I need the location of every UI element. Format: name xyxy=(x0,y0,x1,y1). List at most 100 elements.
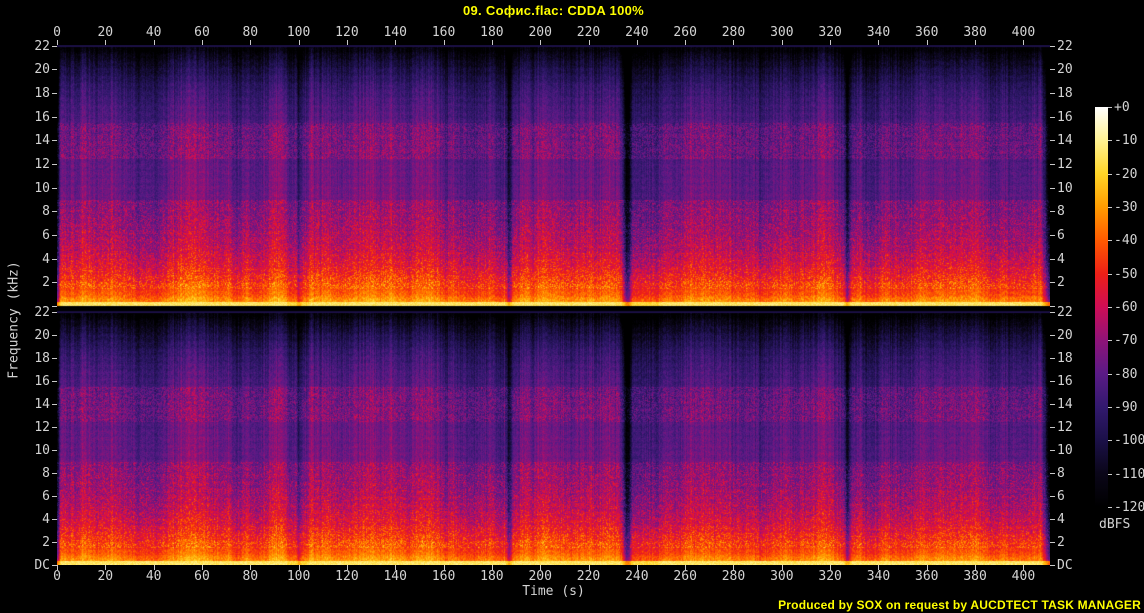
y-axis-tick xyxy=(1050,188,1055,189)
spectrogram-canvas xyxy=(57,45,1050,565)
y-axis-tick xyxy=(52,211,57,212)
y-axis-tick xyxy=(52,542,57,543)
y-axis-tick xyxy=(1050,282,1055,283)
x-tick-label-top: 300 xyxy=(770,25,794,40)
x-tick-label-top: 220 xyxy=(576,25,601,40)
y-axis-tick xyxy=(52,312,57,313)
colorbar-tick-label: -90 xyxy=(1114,400,1138,415)
colorbar-tick-label: -30 xyxy=(1114,200,1138,215)
y-axis-tick xyxy=(52,519,57,520)
x-axis-tick xyxy=(57,40,58,45)
y-tick-label-right: 16 xyxy=(1057,374,1073,389)
y-tick-label-left: DC xyxy=(34,558,50,573)
y-tick-label-right: 6 xyxy=(1057,228,1065,243)
x-tick-label-bottom: 160 xyxy=(431,569,456,584)
x-tick-label-top: 200 xyxy=(528,25,552,40)
y-tick-label-right: 2 xyxy=(1057,535,1065,550)
x-tick-label-top: 120 xyxy=(335,25,359,40)
y-axis-tick xyxy=(1050,46,1055,47)
y-axis-tick xyxy=(1050,164,1055,165)
y-tick-label-left: 4 xyxy=(42,512,50,527)
x-tick-label-bottom: 400 xyxy=(1011,569,1036,584)
y-tick-label-right: 2 xyxy=(1057,275,1065,290)
x-tick-label-top: 380 xyxy=(963,25,987,40)
colorbar-tick xyxy=(1108,207,1112,208)
x-tick-label-bottom: 80 xyxy=(242,569,259,584)
y-axis-tick xyxy=(1050,235,1055,236)
y-axis-tick xyxy=(1050,69,1055,70)
x-axis-tick xyxy=(733,40,735,45)
y-axis-tick xyxy=(1050,519,1055,520)
x-tick-label-bottom: 240 xyxy=(625,569,649,584)
x-tick-label-bottom: 300 xyxy=(770,569,794,584)
y-axis-tick xyxy=(1050,404,1055,405)
y-axis-tick xyxy=(52,93,57,94)
y-axis-tick xyxy=(1050,496,1055,497)
y-tick-label-right: 4 xyxy=(1057,512,1065,527)
x-axis-tick xyxy=(346,40,348,45)
x-tick-label-top: 100 xyxy=(286,25,311,40)
y-tick-label-right: 10 xyxy=(1057,443,1073,458)
x-axis-tick xyxy=(153,40,155,45)
page-title: 09. Софис.flac: CDDA 100% xyxy=(463,3,644,18)
x-tick-label-top: 20 xyxy=(97,25,114,40)
x-tick-label-top: 140 xyxy=(383,25,407,40)
y-tick-label-left: 14 xyxy=(34,397,50,412)
y-axis-tick xyxy=(52,381,57,382)
y-tick-label-left: 10 xyxy=(34,181,50,196)
y-axis-tick xyxy=(52,335,57,336)
x-axis-tick xyxy=(443,40,445,45)
x-tick-label-bottom: 360 xyxy=(915,569,939,584)
x-tick-label-bottom: 40 xyxy=(145,569,162,584)
colorbar-tick-label: -70 xyxy=(1114,333,1138,348)
y-tick-label-left: 8 xyxy=(42,204,50,219)
x-axis-tick xyxy=(540,40,542,45)
x-tick-label-top: 160 xyxy=(431,25,456,40)
x-axis-tick xyxy=(250,40,252,45)
y-tick-label-left: 16 xyxy=(34,110,50,125)
y-tick-label-right: 8 xyxy=(1057,204,1065,219)
y-axis-tick xyxy=(52,496,57,497)
y-axis-tick xyxy=(1050,140,1055,141)
x-tick-label-top: 40 xyxy=(145,25,162,40)
colorbar-tick-label: -40 xyxy=(1114,233,1138,248)
y-axis-tick xyxy=(52,235,57,236)
x-tick-label-top: 360 xyxy=(915,25,939,40)
colorbar-tick-label: -10 xyxy=(1114,133,1138,148)
y-axis-tick xyxy=(52,358,57,359)
y-axis-tick xyxy=(52,69,57,70)
y-tick-label-right: 6 xyxy=(1057,489,1065,504)
y-tick-label-right: 22 xyxy=(1057,305,1073,320)
x-tick-label-bottom: 220 xyxy=(576,569,601,584)
y-axis-tick xyxy=(1050,381,1055,382)
x-tick-label-top: 240 xyxy=(625,25,649,40)
y-tick-label-right: DC xyxy=(1057,558,1073,573)
colorbar-tick xyxy=(1108,340,1112,341)
x-tick-label-bottom: 100 xyxy=(286,569,311,584)
x-tick-label-top: 80 xyxy=(242,25,259,40)
y-tick-label-left: 20 xyxy=(34,62,50,77)
colorbar-tick-label: -50 xyxy=(1114,267,1138,282)
colorbar-tick xyxy=(1108,507,1112,508)
y-tick-label-left: 2 xyxy=(42,535,50,550)
y-tick-label-right: 14 xyxy=(1057,133,1073,148)
x-tick-label-bottom: 280 xyxy=(721,569,746,584)
y-axis-tick xyxy=(1050,542,1055,543)
y-axis-tick xyxy=(1050,93,1055,94)
y-axis-tick xyxy=(52,164,57,165)
y-axis-tick xyxy=(1050,117,1055,118)
x-tick-label-top: 320 xyxy=(818,25,842,40)
y-axis-tick xyxy=(1050,312,1055,313)
y-tick-label-left: 10 xyxy=(34,443,50,458)
colorbar-tick-label: -80 xyxy=(1114,367,1138,382)
y-tick-label-left: 22 xyxy=(34,39,50,54)
y-tick-label-left: 6 xyxy=(42,228,50,243)
x-axis-tick xyxy=(1023,40,1025,45)
x-tick-label-bottom: 320 xyxy=(818,569,842,584)
colorbar-tick xyxy=(1108,174,1112,175)
y-tick-label-right: 12 xyxy=(1057,420,1073,435)
x-axis-tick xyxy=(298,40,300,45)
x-axis-tick xyxy=(395,40,397,45)
x-tick-label-bottom: 260 xyxy=(673,569,697,584)
x-axis-label: Time (s) xyxy=(522,584,585,599)
